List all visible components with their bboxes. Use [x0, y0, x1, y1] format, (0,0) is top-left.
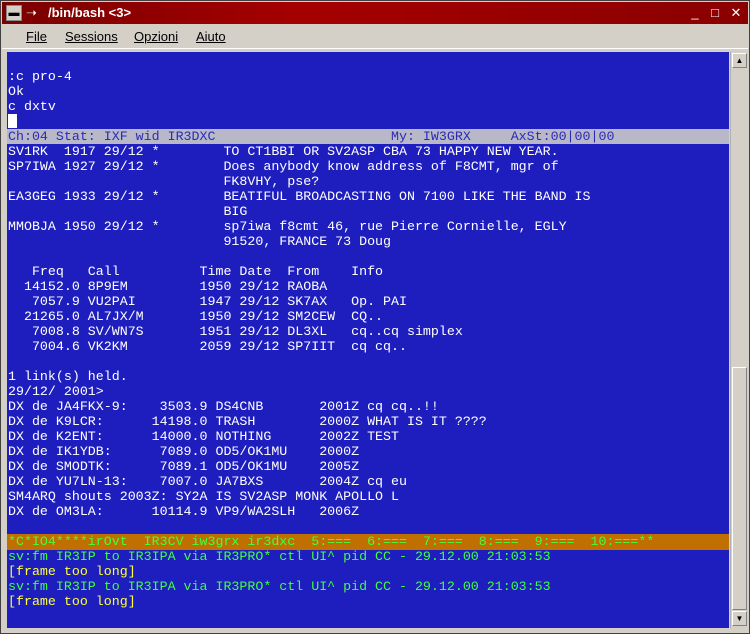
- terminal-line: DX de SMODTK: 7089.1 OD5/OK1MU 2005Z: [8, 459, 360, 474]
- terminal-line: DX de YU7LN-13: 7007.0 JA7BXS 2004Z cq e…: [8, 474, 407, 489]
- terminal-line: SP7IWA 1927 29/12 * Does anybody know ad…: [8, 159, 559, 174]
- window-title: /bin/bash <3>: [48, 5, 132, 20]
- status-text: Ch:04 Stat: IXF wid IR3DXC My: IW3GRX Ax…: [8, 129, 615, 144]
- terminal-line: SM4ARQ shouts 2003Z: SY2A IS SV2ASP MONK…: [8, 489, 399, 504]
- channel-status-text: *C*IO4****irOvt IR3CV iw3grx ir3dxc 5:==…: [8, 534, 655, 549]
- menu-bar: File Sessions Opzioni Aiuto: [2, 26, 748, 49]
- scroll-up-button[interactable]: ▲: [732, 53, 747, 68]
- arrow-icon: ➝: [26, 5, 37, 20]
- terminal-line: Freq Call Time Date From Info: [8, 264, 384, 279]
- terminal-line: 7004.6 VK2KM 2059 29/12 SP7IIT cq cq..: [8, 339, 407, 354]
- maximize-button[interactable]: □: [708, 6, 722, 20]
- terminal-line: sv:fm IR3IP to IR3IPA via IR3PRO* ctl UI…: [8, 549, 551, 564]
- vertical-scrollbar[interactable]: ▲ ▼: [730, 52, 748, 628]
- terminal-line: :c pro-4: [8, 69, 72, 84]
- terminal-line: c dxtv: [8, 99, 56, 114]
- menu-aiuto[interactable]: Aiuto: [196, 29, 226, 45]
- menu-sessions[interactable]: Sessions: [65, 29, 118, 45]
- terminal-line: BIG: [8, 204, 248, 219]
- terminal-area[interactable]: :c pro-4 Ok c dxtv Ch:04 Stat: IXF wid I…: [7, 52, 729, 628]
- terminal-line: 91520, FRANCE 73 Doug: [8, 234, 392, 249]
- menu-opzioni[interactable]: Opzioni: [134, 29, 178, 45]
- terminal-line: MMOBJA 1950 29/12 * sp7iwa f8cmt 46, rue…: [8, 219, 567, 234]
- terminal-line: sv:fm IR3IP to IR3IPA via IR3PRO* ctl UI…: [8, 579, 551, 594]
- terminal-window: ▬ ➝ /bin/bash <3> _ □ ✕ File Sessions Op…: [0, 0, 750, 634]
- close-button[interactable]: ✕: [729, 6, 743, 20]
- menu-file[interactable]: File: [26, 29, 47, 45]
- terminal-line: [frame too long]: [8, 564, 136, 579]
- terminal-line: EA3GEG 1933 29/12 * BEATIFUL BROADCASTIN…: [8, 189, 591, 204]
- terminal-line: DX de K9LCR: 14198.0 TRASH 2000Z WHAT IS…: [8, 414, 487, 429]
- status-bar: Ch:04 Stat: IXF wid IR3DXC My: IW3GRX Ax…: [7, 129, 729, 144]
- terminal-line: 14152.0 8P9EM 1950 29/12 RAOBA: [8, 279, 328, 294]
- terminal-line: 21265.0 AL7JX/M 1950 29/12 SM2CEW CQ..: [8, 309, 384, 324]
- channel-status-bar: *C*IO4****irOvt IR3CV iw3grx ir3dxc 5:==…: [7, 534, 729, 550]
- title-bar[interactable]: ▬ ➝ /bin/bash <3> _ □ ✕: [2, 2, 748, 24]
- terminal-line: 1 link(s) held.: [8, 369, 128, 384]
- terminal-line: DX de OM3LA: 10114.9 VP9/WA2SLH 2006Z: [8, 504, 360, 519]
- terminal-line: 29/12/ 2001>: [8, 384, 104, 399]
- text-cursor: [8, 114, 17, 128]
- terminal-line: 7057.9 VU2PAI 1947 29/12 SK7AX Op. PAI: [8, 294, 407, 309]
- terminal-line: SV1RK 1917 29/12 * TO CT1BBI OR SV2ASP C…: [8, 144, 559, 159]
- scroll-down-button[interactable]: ▼: [732, 611, 747, 626]
- terminal-line: Ok: [8, 84, 24, 99]
- window-menu-button[interactable]: ▬: [6, 5, 22, 21]
- minimize-button[interactable]: _: [688, 6, 702, 20]
- terminal-line: 7008.8 SV/WN7S 1951 29/12 DL3XL cq..cq s…: [8, 324, 463, 339]
- terminal-line: DX de JA4FKX-9: 3503.9 DS4CNB 2001Z cq c…: [8, 399, 439, 414]
- terminal-line: [frame too long]: [8, 594, 136, 609]
- scrollbar-thumb[interactable]: [732, 367, 747, 610]
- terminal-line: FK8VHY, pse?: [8, 174, 320, 189]
- terminal-line: DX de IK1YDB: 7089.0 OD5/OK1MU 2000Z: [8, 444, 360, 459]
- terminal-line: DX de K2ENT: 14000.0 NOTHING 2002Z TEST: [8, 429, 399, 444]
